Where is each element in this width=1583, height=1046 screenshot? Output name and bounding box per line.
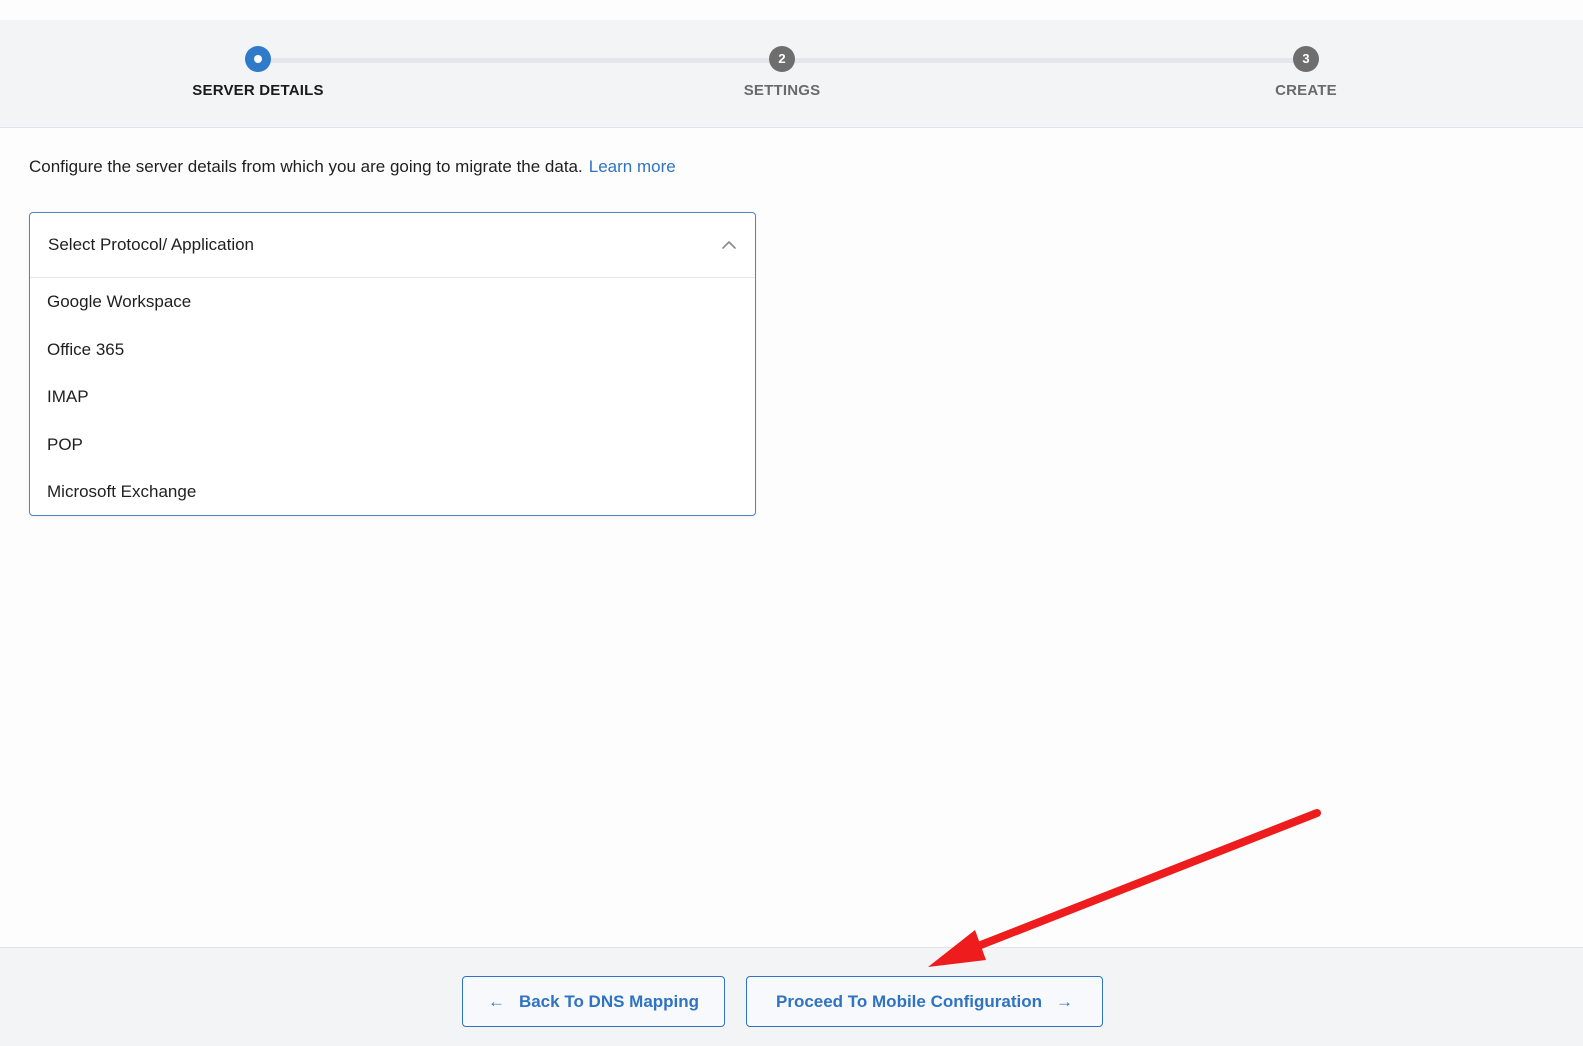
- back-button-label: Back To DNS Mapping: [518, 991, 700, 1011]
- option-imap[interactable]: IMAP: [30, 373, 755, 421]
- proceed-button-label: Proceed To Mobile Configuration: [775, 991, 1042, 1011]
- step-number-badge: 3: [1293, 46, 1319, 72]
- protocol-select-placeholder: Select Protocol/ Application: [48, 235, 255, 254]
- chevron-up-icon[interactable]: [721, 237, 737, 253]
- step-label: CREATE: [1275, 82, 1337, 99]
- option-pop[interactable]: POP: [30, 421, 755, 469]
- wizard-stepper: SERVER DETAILS 2 SETTINGS 3 CREATE: [0, 20, 1583, 128]
- back-to-dns-mapping-button[interactable]: ← Back To DNS Mapping: [462, 976, 725, 1027]
- step-create[interactable]: 3 CREATE: [1196, 46, 1416, 99]
- intro-text: Configure the server details from which …: [29, 157, 676, 177]
- step-label: SERVER DETAILS: [192, 82, 324, 99]
- option-office-365[interactable]: Office 365: [30, 326, 755, 374]
- wizard-footer: ← Back To DNS Mapping Proceed To Mobile …: [0, 947, 1583, 1046]
- proceed-to-mobile-configuration-button[interactable]: Proceed To Mobile Configuration →: [746, 976, 1103, 1027]
- step-server-details[interactable]: SERVER DETAILS: [148, 46, 368, 99]
- protocol-select[interactable]: Select Protocol/ Application Google Work…: [29, 212, 756, 516]
- arrow-left-icon: ←: [487, 991, 505, 1011]
- step-active-marker-icon: [245, 46, 271, 72]
- intro-description: Configure the server details from which …: [29, 157, 583, 176]
- step-settings[interactable]: 2 SETTINGS: [672, 46, 892, 99]
- protocol-select-header[interactable]: Select Protocol/ Application: [30, 213, 755, 278]
- option-google-workspace[interactable]: Google Workspace: [30, 278, 755, 326]
- protocol-option-list: Google Workspace Office 365 IMAP POP Mic…: [30, 278, 755, 516]
- option-microsoft-exchange[interactable]: Microsoft Exchange: [30, 468, 755, 516]
- step-number-badge: 2: [769, 46, 795, 72]
- step-label: SETTINGS: [743, 82, 821, 99]
- learn-more-link[interactable]: Learn more: [589, 157, 676, 176]
- arrow-right-icon: →: [1056, 991, 1073, 1011]
